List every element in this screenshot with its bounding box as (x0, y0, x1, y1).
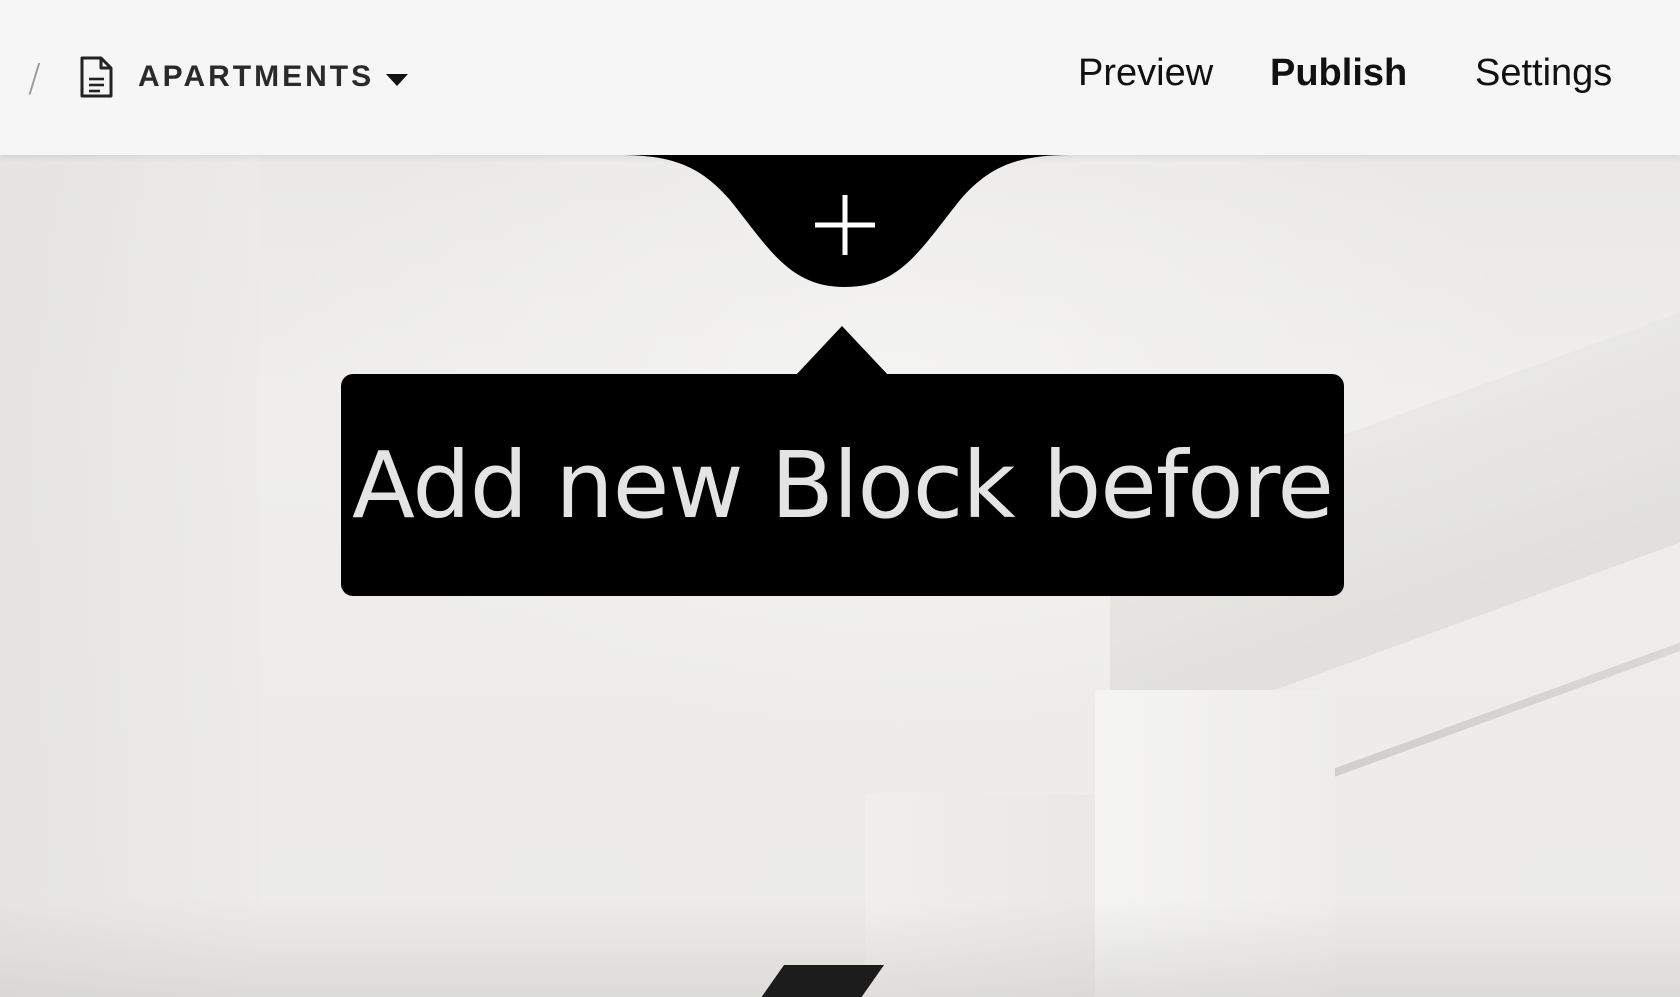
add-block-before-button[interactable] (620, 155, 1070, 290)
publish-button[interactable]: Publish (1270, 52, 1407, 95)
page-title[interactable]: APARTMENTS (138, 60, 374, 94)
tooltip-arrow (795, 326, 889, 376)
background-wall (0, 155, 260, 997)
caret-down-icon[interactable] (384, 71, 410, 89)
add-block-tooltip: Add new Block before (341, 374, 1344, 596)
breadcrumb-separator: / (28, 56, 41, 100)
preview-button[interactable]: Preview (1078, 52, 1213, 95)
settings-button[interactable]: Settings (1475, 52, 1612, 95)
editor-canvas: / APARTMENTS Preview Publish Settings Ad… (0, 0, 1680, 997)
top-bar: / APARTMENTS Preview Publish Settings (0, 0, 1680, 155)
tooltip-text: Add new Block before (352, 431, 1334, 539)
document-icon (80, 56, 113, 98)
